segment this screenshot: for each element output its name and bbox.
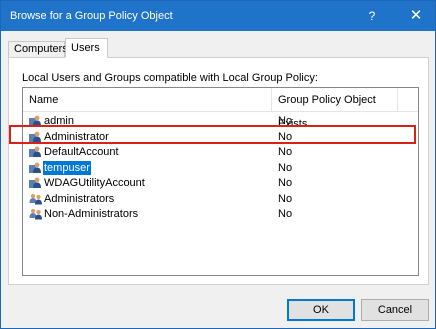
row-name: DefaultAccount bbox=[44, 146, 119, 158]
users-groups-list[interactable]: Name Group Policy Object Exists admin No A… bbox=[22, 87, 419, 276]
row-name: WDAGUtilityAccount bbox=[44, 177, 145, 189]
tab-computers[interactable]: Computers bbox=[8, 41, 68, 58]
title-bar[interactable]: Browse for a Group Policy Object ? ✕ bbox=[1, 1, 435, 31]
tab-users[interactable]: Users bbox=[65, 38, 108, 58]
list-item[interactable]: WDAGUtilityAccount No bbox=[23, 176, 418, 190]
list-item[interactable]: tempuser No bbox=[23, 160, 418, 175]
list-item[interactable]: DefaultAccount No bbox=[23, 145, 418, 159]
list-caption: Local Users and Groups compatible with L… bbox=[22, 72, 318, 84]
user-icon-graphic bbox=[29, 177, 41, 188]
user-icon-graphic bbox=[29, 162, 41, 173]
row-gpo-exists: No bbox=[278, 177, 293, 189]
group-icon bbox=[29, 208, 43, 220]
row-gpo-exists: No bbox=[278, 146, 293, 158]
user-icon bbox=[29, 177, 43, 189]
row-name: Administrators bbox=[44, 192, 115, 205]
row-name: Non-Administrators bbox=[44, 208, 139, 220]
dialog-title: Browse for a Group Policy Object bbox=[10, 10, 173, 22]
row-name: tempuser bbox=[43, 160, 91, 175]
ok-button[interactable]: OK bbox=[287, 299, 355, 321]
group-icon-graphic bbox=[29, 208, 42, 220]
list-item[interactable]: Administrators No bbox=[23, 192, 418, 206]
browse-gpo-dialog: Browse for a Group Policy Object ? ✕ Com… bbox=[0, 0, 436, 329]
row-gpo-exists: No bbox=[278, 208, 293, 220]
cancel-button[interactable]: Cancel bbox=[361, 299, 429, 321]
row-gpo-exists: No bbox=[278, 192, 293, 205]
column-header-name[interactable]: Name bbox=[23, 88, 272, 112]
group-icon-graphic bbox=[29, 193, 42, 204]
group-icon bbox=[29, 193, 43, 205]
user-icon-graphic bbox=[29, 146, 41, 157]
user-icon bbox=[29, 146, 43, 158]
help-button[interactable]: ? bbox=[353, 1, 391, 31]
user-icon bbox=[29, 162, 43, 174]
close-button[interactable]: ✕ bbox=[397, 1, 435, 31]
column-header-gpo-exists[interactable]: Group Policy Object Exists bbox=[272, 88, 398, 130]
list-item[interactable]: Non-Administrators No bbox=[23, 207, 418, 221]
annotation-highlight bbox=[9, 125, 416, 144]
users-tab-panel: Local Users and Groups compatible with L… bbox=[8, 57, 429, 285]
list-header: Name Group Policy Object Exists bbox=[23, 88, 418, 130]
row-gpo-exists: No bbox=[278, 161, 293, 174]
